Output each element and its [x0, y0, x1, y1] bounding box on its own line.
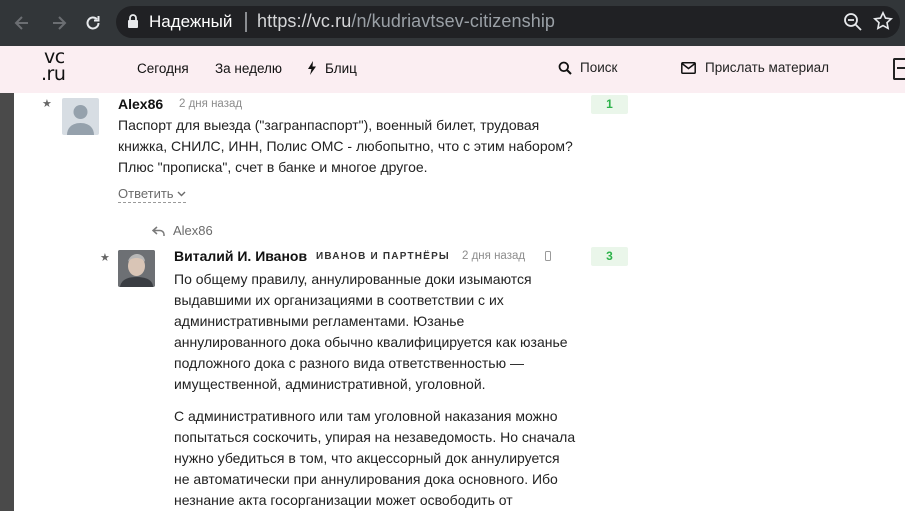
forward-arrow-icon: [53, 16, 67, 30]
comment-rating[interactable]: 1: [591, 95, 628, 114]
comment-text-line: административными регламентами. Юзанье: [174, 313, 465, 329]
reply-to-author: Alex86: [173, 223, 213, 238]
address-bar[interactable]: Надежный https://vc.ru/n/kudriavtsev-cit…: [116, 6, 900, 38]
comment-text-line: нужно убедиться в том, что акцессорный д…: [174, 450, 560, 466]
comment-time[interactable]: 2 дня назад: [179, 98, 242, 110]
reply-arrow-icon: [152, 225, 165, 236]
exit-menu-icon[interactable]: [893, 58, 905, 80]
nav-search[interactable]: Поиск: [558, 60, 617, 75]
nav-today[interactable]: Сегодня: [137, 61, 189, 76]
default-user-icon: [67, 105, 94, 135]
url-host: https://vc.ru: [257, 11, 352, 31]
reply-to[interactable]: Alex86: [152, 223, 213, 238]
nav-blitz-label: Блиц: [325, 61, 357, 76]
comment-author[interactable]: Alex86: [118, 96, 163, 112]
comment-text-line: подложного дока с разного вида ответстве…: [174, 355, 524, 371]
comment-text-line: аннулированного дока обычно квалифицируе…: [174, 334, 568, 350]
url-path: /n/kudriavtsev-citizenship: [351, 11, 556, 31]
reload-button[interactable]: [81, 11, 105, 35]
nav-blitz[interactable]: Блиц: [307, 61, 357, 76]
vc-logo[interactable]: vc .ru: [41, 48, 81, 89]
comment-text-line: не автоматически при аннулирования дока …: [174, 471, 558, 487]
comment-text: С административного или там уголовной на…: [174, 406, 575, 511]
comment-text-line: имущественной, административной, уголовн…: [174, 376, 486, 392]
address-divider: [245, 12, 247, 32]
avatar[interactable]: [118, 250, 155, 287]
bookmark-star-icon[interactable]: [873, 11, 893, 31]
zoom-out-icon[interactable]: [843, 12, 863, 32]
comment-text-line: выдавшими их организациями в соответстви…: [174, 292, 504, 308]
browser-toolbar: Надежный https://vc.ru/n/kudriavtsev-cit…: [0, 0, 905, 46]
nav-send-material[interactable]: Прислать материал: [681, 60, 829, 75]
favorite-star-icon[interactable]: ★: [100, 251, 110, 264]
comment-rating[interactable]: 3: [591, 247, 628, 266]
nav-search-label: Поиск: [580, 60, 618, 75]
comment-text-line: По общему правилу, аннулированные доки и…: [174, 271, 532, 287]
logo-bottom: .ru: [41, 63, 66, 85]
reload-icon: [86, 16, 100, 30]
comment-text-line: Плюс "прописка", счет в банке и многое д…: [118, 159, 428, 175]
comment-text-line: С административного или там уголовной на…: [174, 408, 558, 424]
favorite-star-icon[interactable]: ★: [42, 97, 52, 110]
url-text[interactable]: https://vc.ru/n/kudriavtsev-citizenship: [257, 11, 555, 32]
comment-text-line: Паспорт для выезда ("загранпаспорт"), во…: [118, 117, 540, 133]
comment-author[interactable]: Виталий И. Иванов: [174, 248, 307, 264]
comment-text-line: книжка, СНИЛС, ИНН, Полис ОМС - любопытн…: [118, 138, 573, 154]
user-photo-icon: [118, 250, 155, 287]
site-header: vc .ru Сегодня За неделю Блиц Поиск Прис…: [0, 46, 905, 93]
nav-send-label: Прислать материал: [705, 60, 830, 75]
back-arrow-icon: [14, 16, 28, 30]
lock-icon: [128, 14, 138, 28]
back-button[interactable]: [10, 11, 34, 35]
comment-text-line: незнание акта госорганизации может освоб…: [174, 492, 513, 508]
comment-text: Паспорт для выезда ("загранпаспорт"), во…: [118, 115, 573, 178]
lightning-icon: [308, 61, 316, 75]
nav-week[interactable]: За неделю: [215, 61, 282, 76]
forward-button[interactable]: [47, 11, 71, 35]
search-icon: [558, 61, 572, 75]
mobile-phone-icon: [545, 251, 551, 261]
envelope-icon: [681, 61, 696, 74]
secure-label: Надежный: [149, 12, 233, 31]
author-company[interactable]: ИВАНОВ И ПАРТНЁРЫ: [316, 251, 450, 262]
reply-label: Ответить: [118, 186, 174, 201]
chevron-down-icon: [177, 191, 186, 197]
comment-time[interactable]: 2 дня назад: [462, 250, 525, 262]
reply-button[interactable]: Ответить: [118, 186, 187, 203]
comment-text: По общему правилу, аннулированные доки и…: [174, 269, 568, 395]
comment-text-line: попытаться соскочить, упирая на незаведо…: [174, 429, 576, 445]
left-gutter: [0, 93, 14, 511]
avatar[interactable]: [62, 98, 99, 135]
